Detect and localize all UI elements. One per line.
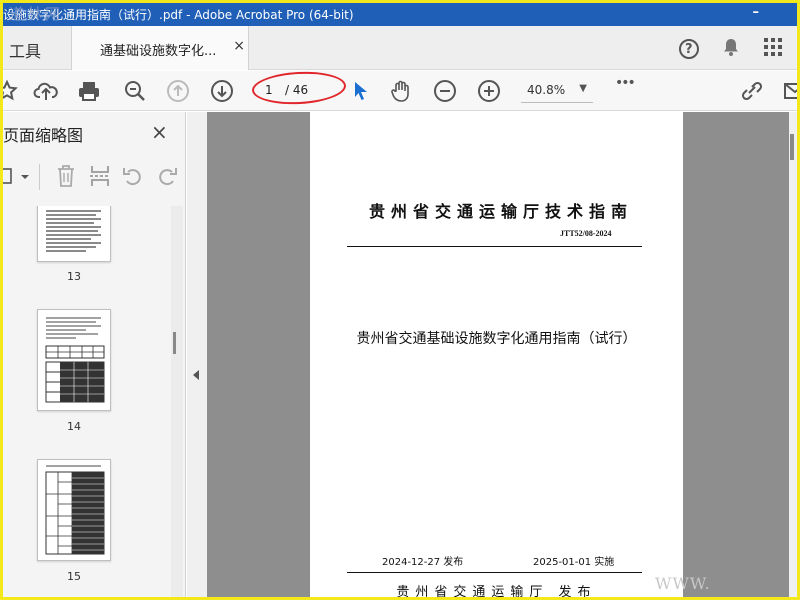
- thumbnail-scrollbar[interactable]: [171, 206, 183, 597]
- trash-icon[interactable]: [55, 164, 77, 192]
- select-cursor-icon[interactable]: [349, 79, 373, 103]
- tab-tools[interactable]: 工具: [9, 38, 41, 62]
- thumbnail-toolbar: [3, 160, 186, 194]
- rotate-clockwise-icon[interactable]: [156, 165, 178, 191]
- zoom-out-icon[interactable]: [433, 79, 457, 103]
- hand-tool-icon[interactable]: [389, 79, 413, 103]
- chevron-left-icon: [193, 370, 199, 380]
- thumbnail-page-number: 14: [67, 420, 81, 433]
- toolbar-divider: [39, 164, 40, 190]
- tab-bar-icons: ?: [663, 36, 783, 60]
- pdf-page: 贵州省交通运输厅技术指南 JTT52/08-2024 贵州省交通基础设施数字化通…: [310, 112, 683, 597]
- star-icon[interactable]: [3, 79, 19, 103]
- document-view[interactable]: 贵州省交通运输厅技术指南 JTT52/08-2024 贵州省交通基础设施数字化通…: [207, 112, 797, 597]
- document-tab-label: 通基础设施数字化...: [100, 44, 217, 59]
- close-panel-button[interactable]: ×: [151, 120, 168, 144]
- implement-date: 2025-01-01 实施: [533, 557, 615, 568]
- zoom-search-icon[interactable]: [123, 79, 147, 103]
- title-bar: 设施数字化通用指南（试行）.pdf - Adobe Acrobat Pro (6…: [3, 3, 797, 26]
- page-thumbnail[interactable]: [37, 309, 111, 411]
- publish-date: 2024-12-27 发布: [382, 557, 464, 568]
- zoom-level-select[interactable]: 40.8% ▼: [521, 79, 593, 103]
- main-toolbar: 1 / 46 40.8% ▼ •••: [3, 69, 797, 111]
- header-rule: [347, 246, 642, 247]
- print-icon[interactable]: [77, 79, 101, 103]
- page-thumbnails-panel: 页面缩略图 × 13 14 15: [3, 112, 186, 597]
- extract-pages-icon[interactable]: [89, 164, 111, 192]
- site-watermark: 道林网: [9, 5, 64, 23]
- next-page-icon[interactable]: [210, 79, 234, 103]
- chevron-down-icon: ▼: [579, 83, 587, 94]
- apps-grid-icon[interactable]: [763, 37, 783, 61]
- rotate-counterclockwise-icon[interactable]: [122, 165, 144, 191]
- standard-code: JTT52/08-2024: [560, 229, 612, 238]
- tab-bar: 工具 通基础设施数字化... × ?: [3, 26, 797, 70]
- url-watermark: WWW.: [655, 574, 711, 593]
- scrollbar-thumb[interactable]: [790, 134, 794, 160]
- zoom-value: 40.8%: [527, 83, 566, 97]
- document-title: 贵州省交通基础设施数字化通用指南（试行）: [356, 331, 637, 347]
- thumbnail-page-number: 13: [67, 270, 81, 283]
- page-thumbnail[interactable]: [37, 206, 111, 262]
- previous-page-icon[interactable]: [166, 79, 190, 103]
- options-menu-icon[interactable]: [3, 166, 33, 192]
- acrobat-window: 设施数字化通用指南（试行）.pdf - Adobe Acrobat Pro (6…: [3, 3, 797, 597]
- collapse-panel-handle[interactable]: [187, 112, 207, 597]
- tab-document[interactable]: 通基础设施数字化... ×: [71, 26, 249, 70]
- close-tab-button[interactable]: ×: [233, 38, 245, 54]
- thumbnail-page-number: 15: [67, 570, 81, 583]
- bell-icon[interactable]: [720, 36, 742, 62]
- zoom-in-icon[interactable]: [477, 79, 501, 103]
- more-tools-icon[interactable]: •••: [615, 75, 639, 99]
- minimize-button[interactable]: –: [753, 5, 760, 20]
- help-icon[interactable]: ?: [678, 39, 699, 59]
- standard-name: 贵州省交通运输厅技术指南: [368, 202, 633, 221]
- share-link-icon[interactable]: [739, 79, 763, 103]
- thumbnail-list: 13 14 15: [3, 206, 171, 597]
- page-thumbnail[interactable]: [37, 459, 111, 561]
- issuer: 贵州省交通运输厅 发布: [396, 585, 597, 597]
- footer-rule: [347, 572, 642, 573]
- document-scrollbar[interactable]: [789, 112, 797, 597]
- panel-title: 页面缩略图: [3, 126, 84, 145]
- email-icon[interactable]: [783, 79, 797, 103]
- cloud-upload-icon[interactable]: [33, 79, 58, 103]
- scrollbar-thumb[interactable]: [173, 332, 176, 354]
